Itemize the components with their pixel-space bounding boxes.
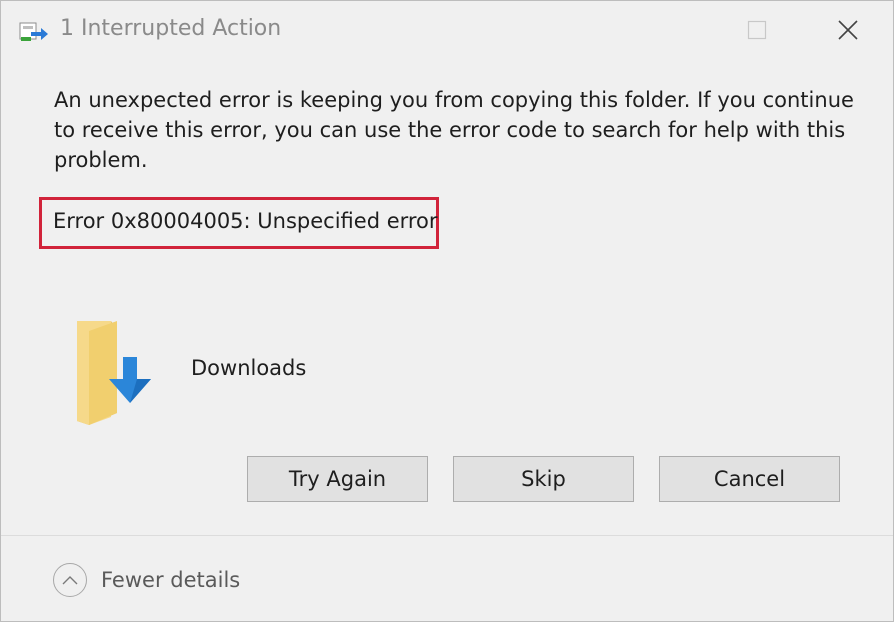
- downloads-folder-icon: [71, 317, 175, 427]
- copy-progress-icon: [19, 21, 49, 43]
- close-button[interactable]: [828, 11, 868, 49]
- chevron-up-icon[interactable]: [53, 563, 87, 597]
- error-code: Error 0x80004005: Unspecified error: [53, 209, 438, 233]
- window-title: 1 Interrupted Action: [60, 16, 282, 41]
- footer: Fewer details: [1, 536, 893, 621]
- cancel-button[interactable]: Cancel: [659, 456, 840, 502]
- try-again-button[interactable]: Try Again: [247, 456, 428, 502]
- fewer-details-label: Fewer details: [101, 568, 241, 592]
- maximize-button[interactable]: [737, 11, 777, 49]
- close-icon: [838, 20, 858, 40]
- skip-button[interactable]: Skip: [453, 456, 634, 502]
- fewer-details-toggle[interactable]: Fewer details: [53, 562, 240, 598]
- maximize-icon: [747, 20, 767, 40]
- interrupted-action-dialog: 1 Interrupted Action An unexpected error…: [0, 0, 894, 622]
- title-bar[interactable]: 1 Interrupted Action: [1, 1, 893, 59]
- item-name: Downloads: [191, 356, 307, 380]
- error-message: An unexpected error is keeping you from …: [54, 88, 854, 172]
